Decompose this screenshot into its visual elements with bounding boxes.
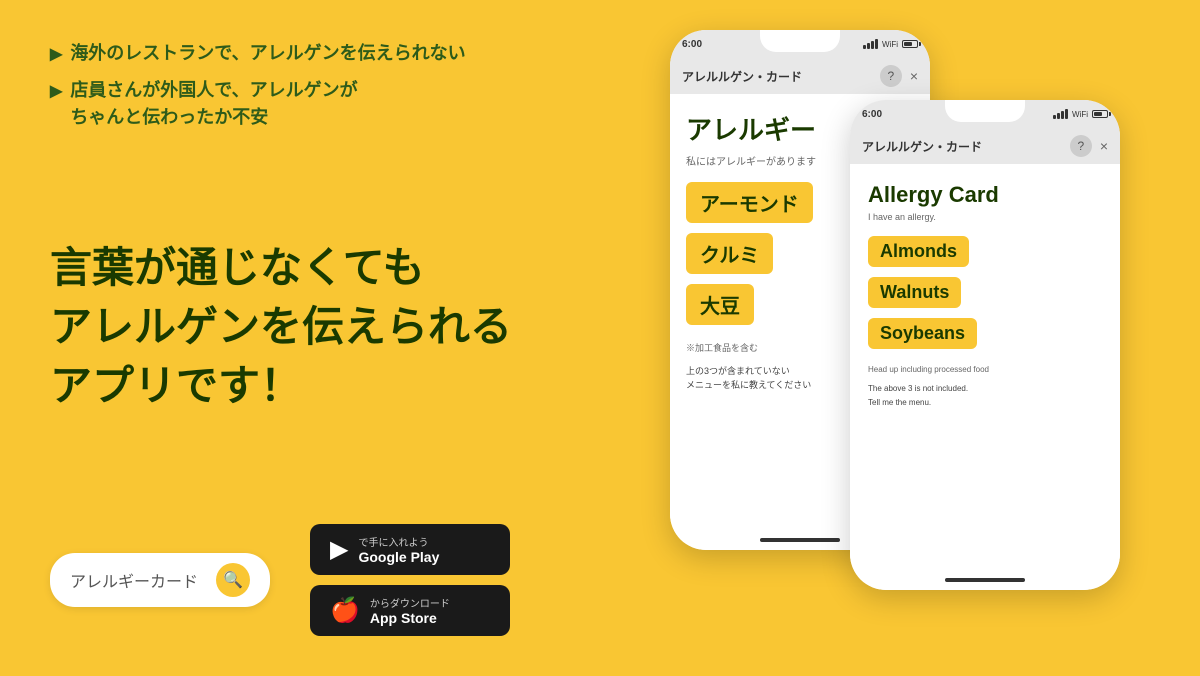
- front-signal-bars: [1053, 109, 1068, 119]
- phone-back-header-title: アレルルゲン・カード: [682, 68, 802, 85]
- phone-back-status-icons: WiFi: [863, 39, 918, 49]
- front-battery-icon: [1092, 110, 1108, 118]
- phone-front-allergy-item-3: Soybeans: [868, 318, 977, 349]
- front-wifi-icon: WiFi: [1072, 110, 1088, 119]
- problem-item-2: ▶ 店員さんが外国人で、アレルゲンが ちゃんと伝わったか不安: [50, 77, 570, 131]
- problem-text-2: 店員さんが外国人で、アレルゲンが ちゃんと伝わったか不安: [70, 77, 357, 131]
- phone-front-content: Allergy Card I have an allergy. Almonds …: [850, 164, 1120, 590]
- signal-bar-2: [867, 43, 870, 49]
- phone-front-home-bar: [945, 578, 1025, 582]
- left-section: ▶ 海外のレストランで、アレルゲンを伝えられない ▶ 店員さんが外国人で、アレル…: [0, 0, 620, 676]
- phone-back-help-icon[interactable]: ?: [880, 65, 902, 87]
- app-store-sub: からダウンロード: [370, 595, 450, 610]
- phone-back-time: 6:00: [682, 39, 702, 50]
- signal-bar-1: [863, 45, 866, 49]
- phone-front: 6:00 WiFi アレルルゲン・カード: [850, 100, 1120, 590]
- google-play-sub: で手に入れよう: [358, 534, 439, 549]
- tagline-line3: アプリです！: [50, 357, 512, 416]
- phone-front-time: 6:00: [862, 109, 882, 120]
- google-play-main: Google Play: [358, 549, 439, 565]
- phone-back-status-bar: 6:00 WiFi: [670, 30, 930, 58]
- problem-item-1: ▶ 海外のレストランで、アレルゲンを伝えられない: [50, 40, 570, 67]
- apple-icon: 🍎: [330, 596, 360, 625]
- phone-back-app-header: アレルルゲン・カード ? ×: [670, 58, 930, 94]
- search-icon: 🔍: [223, 570, 243, 590]
- main-container: ▶ 海外のレストランで、アレルゲンを伝えられない ▶ 店員さんが外国人で、アレル…: [0, 0, 1200, 676]
- phone-front-allergy-subtitle: I have an allergy.: [868, 212, 1102, 222]
- problem-text-1: 海外のレストランで、アレルゲンを伝えられない: [70, 40, 465, 67]
- phone-front-allergy-note: Head up including processed food: [868, 365, 1102, 374]
- tagline-line1: 言葉が通じなくても: [50, 239, 512, 298]
- phone-front-close-btn[interactable]: ×: [1100, 138, 1108, 154]
- phone-front-status-bar: 6:00 WiFi: [850, 100, 1120, 128]
- store-buttons: ▶ で手に入れよう Google Play 🍎 からダウンロード App Sto…: [310, 524, 510, 636]
- problems-section: ▶ 海外のレストランで、アレルゲンを伝えられない ▶ 店員さんが外国人で、アレル…: [50, 40, 570, 131]
- search-bar[interactable]: アレルギーカード 🔍: [50, 553, 270, 607]
- tagline: 言葉が通じなくても アレルゲンを伝えられる アプリです！: [50, 239, 512, 415]
- tagline-line2: アレルゲンを伝えられる: [50, 298, 512, 357]
- phone-front-app-header: アレルルゲン・カード ? ×: [850, 128, 1120, 164]
- phone-back-allergy-item-2: クルミ: [686, 233, 773, 274]
- phone-front-status-icons: WiFi: [1053, 109, 1108, 119]
- phone-front-allergy-title: Allergy Card: [868, 182, 1102, 208]
- front-signal-bar-4: [1065, 109, 1068, 119]
- phone-back-allergy-item-3: 大豆: [686, 284, 754, 325]
- signal-bars: [863, 39, 878, 49]
- front-battery-fill: [1094, 112, 1102, 116]
- tagline-section: 言葉が通じなくても アレルゲンを伝えられる アプリです！: [50, 131, 570, 524]
- front-signal-bar-2: [1057, 113, 1060, 119]
- front-signal-bar-3: [1061, 111, 1064, 119]
- battery-icon: [902, 40, 918, 48]
- phone-front-allergy-request: The above 3 is not included. Tell me the…: [868, 382, 1102, 409]
- phone-back-close-btn[interactable]: ×: [910, 68, 918, 84]
- bottom-section: アレルギーカード 🔍 ▶ で手に入れよう Google Play 🍎 からダウ: [50, 524, 570, 636]
- signal-bar-4: [875, 39, 878, 49]
- search-icon-circle[interactable]: 🔍: [216, 563, 250, 597]
- google-play-button[interactable]: ▶ で手に入れよう Google Play: [310, 524, 510, 575]
- app-store-button[interactable]: 🍎 からダウンロード App Store: [310, 585, 510, 636]
- app-store-main: App Store: [370, 610, 450, 626]
- wifi-icon: WiFi: [882, 40, 898, 49]
- signal-bar-3: [871, 41, 874, 49]
- phone-front-notch: [945, 100, 1025, 122]
- battery-fill: [904, 42, 912, 46]
- phone-front-allergy-item-2: Walnuts: [868, 277, 961, 308]
- phone-front-allergy-items: Almonds Walnuts Soybeans: [868, 236, 1102, 359]
- search-text: アレルギーカード: [70, 568, 206, 592]
- phone-back-notch: [760, 30, 840, 52]
- bullet-triangle-1: ▶: [50, 43, 62, 67]
- phone-front-header-title: アレルルゲン・カード: [862, 138, 982, 155]
- phone-back-allergy-item-1: アーモンド: [686, 182, 813, 223]
- google-play-icon: ▶: [330, 535, 348, 564]
- phone-front-help-icon[interactable]: ?: [1070, 135, 1092, 157]
- app-store-text: からダウンロード App Store: [370, 595, 450, 626]
- bullet-triangle-2: ▶: [50, 80, 62, 104]
- google-play-text: で手に入れよう Google Play: [358, 534, 439, 565]
- phone-front-allergy-item-1: Almonds: [868, 236, 969, 267]
- right-section: 6:00 WiFi アレルルゲン・カード: [620, 0, 1200, 676]
- front-signal-bar-1: [1053, 115, 1056, 119]
- phone-back-home-bar: [760, 538, 840, 542]
